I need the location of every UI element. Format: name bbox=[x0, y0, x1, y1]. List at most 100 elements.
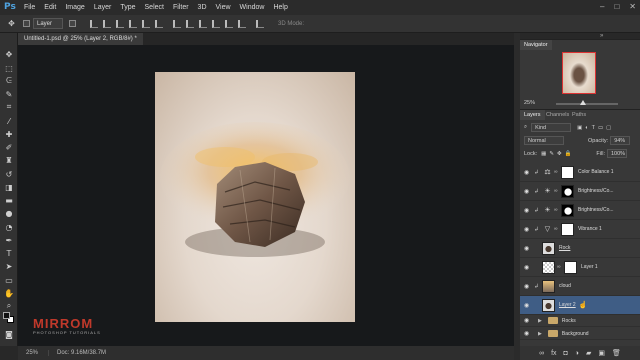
add-mask-icon[interactable]: ◘ bbox=[564, 350, 568, 357]
zoom-tool-icon[interactable]: ⌕ bbox=[4, 301, 14, 311]
canvas-area[interactable] bbox=[18, 45, 514, 346]
eye-icon[interactable]: ◉ bbox=[524, 302, 532, 309]
distribute-left-icon[interactable] bbox=[212, 19, 220, 28]
quick-select-tool-icon[interactable]: ✎ bbox=[4, 89, 14, 99]
eye-icon[interactable]: ◉ bbox=[524, 226, 532, 233]
layer-thumb[interactable] bbox=[542, 298, 555, 312]
crop-tool-icon[interactable]: ⌗ bbox=[4, 102, 14, 112]
eye-icon[interactable]: ◉ bbox=[524, 245, 532, 252]
layer-thumb[interactable] bbox=[542, 241, 555, 255]
lock-icons[interactable]: ▦✎✥🔒 bbox=[541, 151, 574, 157]
tab-layers[interactable]: Layers bbox=[520, 110, 545, 120]
layer-row[interactable]: ◉ ∞ Layer 1 bbox=[520, 258, 640, 277]
tab-navigator[interactable]: Navigator bbox=[520, 40, 552, 50]
adjustment-layer-icon[interactable]: ◑ bbox=[575, 350, 579, 357]
navigator-slider-knob[interactable] bbox=[580, 100, 586, 105]
filter-icons[interactable]: ▣◐T▭▢ bbox=[577, 125, 614, 131]
eye-icon[interactable]: ◉ bbox=[524, 188, 532, 195]
move-tool-icon[interactable]: ✥ bbox=[4, 49, 14, 59]
navigator-zoom[interactable]: 25% bbox=[524, 100, 535, 106]
eye-icon[interactable]: ◉ bbox=[524, 169, 532, 176]
brush-tool-icon[interactable]: ✐ bbox=[4, 142, 14, 152]
layer-group-row[interactable]: ◉ ▶ Background bbox=[520, 328, 640, 340]
menu-edit[interactable]: Edit bbox=[44, 4, 56, 11]
align-left-icon[interactable] bbox=[129, 19, 137, 28]
dodge-tool-icon[interactable]: ◔ bbox=[4, 222, 14, 232]
layer-row[interactable]: ◉ ↲ ☀ ∞ Brightness/Co... bbox=[520, 182, 640, 201]
distribute-hcenter-icon[interactable] bbox=[225, 19, 233, 28]
eye-icon[interactable]: ◉ bbox=[524, 283, 532, 290]
layer-mask-thumb[interactable] bbox=[561, 165, 574, 179]
menu-view[interactable]: View bbox=[216, 4, 231, 11]
layer-thumb[interactable] bbox=[542, 260, 555, 274]
document-canvas[interactable] bbox=[155, 72, 355, 322]
menu-window[interactable]: Window bbox=[240, 4, 265, 11]
layer-row[interactable]: ◉ Rock bbox=[520, 239, 640, 258]
auto-select-checkbox[interactable] bbox=[23, 20, 30, 27]
new-group-icon[interactable]: ▰ bbox=[586, 349, 591, 357]
layer-mask-thumb[interactable] bbox=[564, 260, 577, 274]
doc-size-info[interactable]: Doc: 9.16M/38.7M bbox=[48, 350, 106, 356]
maximize-button[interactable]: □ bbox=[614, 2, 619, 11]
layer-mask-thumb[interactable] bbox=[561, 184, 574, 198]
layer-row[interactable]: ◉ ↲ ▽ ∞ Vibrance 1 bbox=[520, 220, 640, 239]
distribute-top-icon[interactable] bbox=[173, 19, 181, 28]
auto-select-target-dropdown[interactable]: Layer bbox=[33, 18, 63, 29]
align-bottom-icon[interactable] bbox=[116, 19, 124, 28]
type-tool-icon[interactable]: T bbox=[4, 248, 14, 258]
layer-style-icon[interactable]: fx bbox=[551, 350, 556, 357]
menu-layer[interactable]: Layer bbox=[94, 4, 112, 11]
distribute-bottom-icon[interactable] bbox=[199, 19, 207, 28]
zoom-level[interactable]: 25% bbox=[18, 350, 48, 356]
layer-row[interactable]: ◉ ↲ cloud bbox=[520, 277, 640, 296]
opacity-field[interactable]: 94% bbox=[610, 136, 631, 145]
quick-mask-icon[interactable]: ◙ bbox=[4, 329, 14, 339]
gradient-tool-icon[interactable]: ▬ bbox=[4, 195, 14, 205]
document-tab[interactable]: Untitled-1.psd @ 25% (Layer 2, RGB/8#) * bbox=[18, 33, 143, 45]
filter-kind-dropdown[interactable]: Kind bbox=[531, 123, 572, 132]
hand-tool-icon[interactable]: ✋ bbox=[4, 288, 14, 298]
close-button[interactable]: ✕ bbox=[629, 2, 636, 11]
menu-image[interactable]: Image bbox=[65, 4, 84, 11]
layer-mask-thumb[interactable] bbox=[561, 203, 574, 217]
show-transform-checkbox[interactable] bbox=[69, 20, 76, 27]
eye-icon[interactable]: ◉ bbox=[524, 330, 532, 337]
foreground-color-swatch[interactable] bbox=[3, 312, 10, 319]
healing-brush-tool-icon[interactable]: ✚ bbox=[4, 129, 14, 139]
layer-group-row[interactable]: ◉ ▶ Rocks bbox=[520, 315, 640, 327]
menu-select[interactable]: Select bbox=[145, 4, 164, 11]
clone-stamp-tool-icon[interactable]: ♜ bbox=[4, 155, 14, 165]
eye-icon[interactable]: ◉ bbox=[524, 264, 532, 271]
auto-align-icon[interactable] bbox=[256, 19, 264, 28]
smart-object-thumb[interactable] bbox=[542, 279, 555, 293]
eye-icon[interactable]: ◉ bbox=[524, 207, 532, 214]
layer-mask-thumb[interactable] bbox=[561, 222, 574, 236]
layer-row[interactable]: ◉ ↲ ⚖ ∞ Color Balance 1 bbox=[520, 163, 640, 182]
history-brush-tool-icon[interactable]: ↺ bbox=[4, 169, 14, 179]
shape-tool-icon[interactable]: ▭ bbox=[4, 275, 14, 285]
fill-field[interactable]: 100% bbox=[606, 149, 627, 158]
menu-file[interactable]: File bbox=[24, 4, 35, 11]
menu-filter[interactable]: Filter bbox=[173, 4, 189, 11]
align-right-icon[interactable] bbox=[155, 19, 163, 28]
path-selection-tool-icon[interactable]: ➤ bbox=[4, 261, 14, 271]
menu-3d[interactable]: 3D bbox=[198, 4, 207, 11]
eraser-tool-icon[interactable]: ◨ bbox=[4, 182, 14, 192]
distribute-vcenter-icon[interactable] bbox=[186, 19, 194, 28]
move-tool-icon[interactable]: ✥ bbox=[6, 18, 17, 29]
align-hcenter-icon[interactable] bbox=[142, 19, 150, 28]
trash-icon[interactable]: 🗑 bbox=[612, 349, 621, 357]
blur-tool-icon[interactable]: ● bbox=[4, 208, 14, 218]
lasso-tool-icon[interactable]: ᕮ bbox=[4, 76, 14, 86]
group-expand-icon[interactable]: ▶ bbox=[538, 318, 542, 324]
eyedropper-tool-icon[interactable]: ⁄ bbox=[4, 116, 14, 126]
blend-mode-dropdown[interactable]: Normal bbox=[524, 136, 564, 145]
layer-row[interactable]: ◉ ↲ ☀ ∞ Brightness/Co... bbox=[520, 201, 640, 220]
menu-type[interactable]: Type bbox=[120, 4, 135, 11]
minimize-button[interactable]: – bbox=[600, 2, 604, 11]
navigator-thumbnail[interactable] bbox=[562, 52, 596, 94]
eye-icon[interactable]: ◉ bbox=[524, 317, 532, 324]
link-layers-icon[interactable]: ∞ bbox=[539, 350, 544, 357]
align-top-icon[interactable] bbox=[90, 19, 98, 28]
tab-paths[interactable]: Paths bbox=[568, 110, 590, 120]
